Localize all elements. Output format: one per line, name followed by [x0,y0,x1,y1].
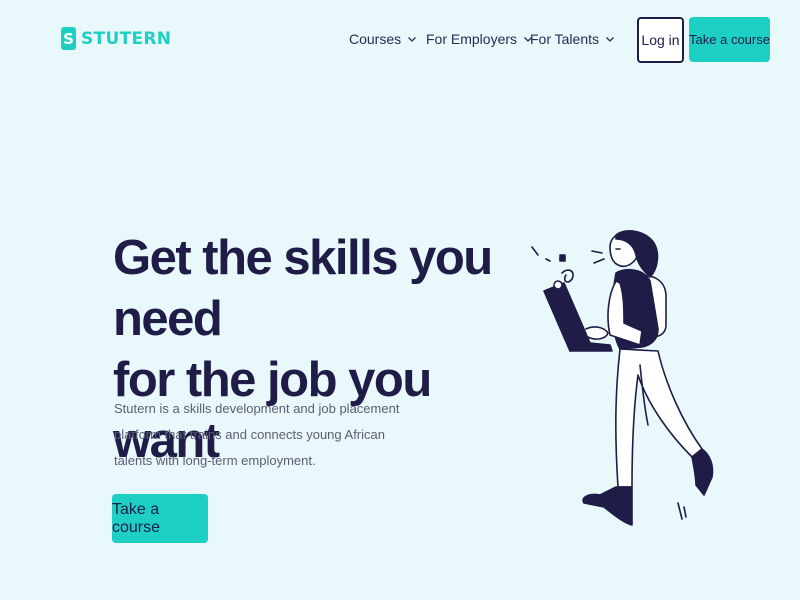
login-button[interactable]: Log in [637,17,684,63]
logo-mark: S [61,27,76,50]
stutern-logo[interactable]: S STUTERN [61,27,171,50]
person-with-laptop-illustration [531,230,714,526]
nav-item-for-employers[interactable]: For Employers [426,31,533,47]
take-a-course-nav-button[interactable]: Take a course [689,17,770,62]
nav-item-courses[interactable]: Courses [349,31,417,47]
chevron-down-icon [606,37,614,42]
hero-title-line-1: Get the skills you need [113,231,493,346]
nav-item-label: For Talents [530,31,599,47]
nav-item-for-talents[interactable]: For Talents [530,31,615,47]
take-a-course-hero-button[interactable]: Take a course [112,494,208,543]
nav-item-label: Courses [349,31,402,47]
logo-text: STUTERN [81,28,172,49]
top-navbar: S STUTERN Courses For Employers For Tale… [0,0,800,80]
hero-description: Stutern is a skills development and job … [114,401,400,468]
nav-item-label: For Employers [426,31,518,47]
chevron-down-icon [408,37,417,42]
